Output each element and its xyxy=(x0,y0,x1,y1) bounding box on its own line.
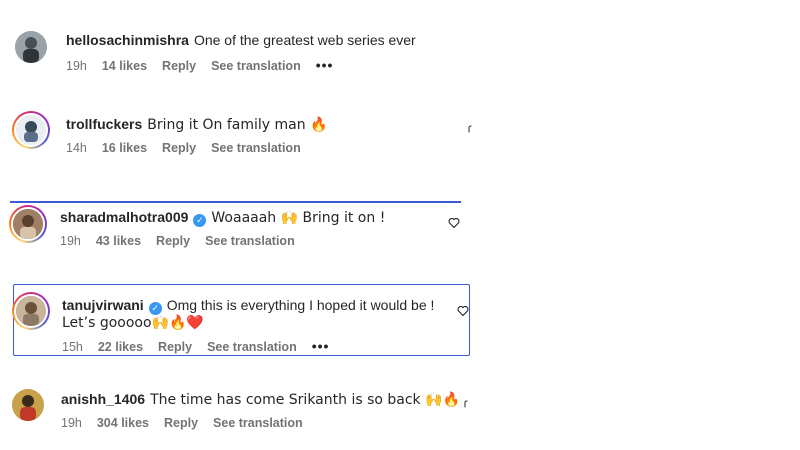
heart-icon[interactable] xyxy=(460,398,470,410)
comment-meta: 19h 43 likes Reply See translation xyxy=(60,233,310,249)
user-photo xyxy=(13,209,43,239)
reply-button[interactable]: Reply xyxy=(164,416,198,430)
comment-text: One of the greatest web series ever xyxy=(193,32,416,48)
more-options-icon[interactable]: ••• xyxy=(316,57,334,73)
timestamp: 19h xyxy=(66,59,87,73)
timestamp: 19h xyxy=(61,416,82,430)
avatar[interactable] xyxy=(12,389,44,421)
reply-button[interactable]: Reply xyxy=(158,340,192,354)
reply-button[interactable]: Reply xyxy=(162,141,196,155)
comment-body: anishh_1406 The time has come Srikanth is… xyxy=(61,390,460,409)
reply-button[interactable]: Reply xyxy=(156,234,190,248)
more-options-icon[interactable]: ••• xyxy=(312,338,330,354)
likes-count[interactable]: 14 likes xyxy=(102,59,147,73)
comment-body: hellosachinmishra One of the greatest web… xyxy=(66,31,416,49)
heart-icon[interactable] xyxy=(464,123,474,135)
comment-text: Woaaaah 🙌 Bring it on ! xyxy=(211,210,386,226)
see-translation-link[interactable]: See translation xyxy=(207,340,297,354)
avatar-image xyxy=(11,207,45,241)
comment-text-line-1: Omg this is everything I hoped it would … xyxy=(166,297,435,313)
avatar-image xyxy=(14,294,48,328)
comment-meta: 19h 304 likes Reply See translation xyxy=(61,415,318,431)
username[interactable]: anishh_1406 xyxy=(61,391,145,407)
username[interactable]: tanujvirwani xyxy=(62,297,144,313)
verified-badge-icon: ✓ xyxy=(193,214,207,227)
avatar[interactable] xyxy=(12,292,50,330)
timestamp: 19h xyxy=(60,234,81,248)
comment-text: The time has come Srikanth is so back 🙌🔥 xyxy=(150,392,460,408)
likes-count[interactable]: 304 likes xyxy=(97,416,149,430)
avatar[interactable] xyxy=(15,31,47,63)
likes-count[interactable]: 16 likes xyxy=(102,141,147,155)
likes-count[interactable]: 22 likes xyxy=(98,340,143,354)
selection-border-top xyxy=(10,201,461,203)
likes-count[interactable]: 43 likes xyxy=(96,234,141,248)
comment-body: sharadmalhotra009 ✓ Woaaaah 🙌 Bring it on … xyxy=(60,208,385,227)
comment-text: Bring it On family man 🔥 xyxy=(147,117,328,133)
heart-icon[interactable] xyxy=(457,305,469,317)
username[interactable]: trollfuckers xyxy=(66,116,142,132)
timestamp: 14h xyxy=(66,141,87,155)
comment-text-line-2: Let’s gooooo🙌🔥❤️ xyxy=(62,315,204,331)
comment-body: tanujvirwani ✓ Omg this is everything I ho… xyxy=(62,296,434,315)
comment-meta: 19h 14 likes Reply See translation ••• xyxy=(66,57,348,74)
username[interactable]: hellosachinmishra xyxy=(66,32,189,48)
reply-button[interactable]: Reply xyxy=(162,59,196,73)
comment-body: trollfuckers Bring it On family man 🔥 xyxy=(66,115,328,134)
avatar-image xyxy=(14,113,48,147)
user-photo xyxy=(24,121,38,142)
avatar[interactable] xyxy=(9,205,47,243)
comment-meta: 15h 22 likes Reply See translation ••• xyxy=(62,338,344,355)
timestamp: 15h xyxy=(62,340,83,354)
comment-meta: 14h 16 likes Reply See translation xyxy=(66,140,316,156)
avatar[interactable] xyxy=(12,111,50,149)
username[interactable]: sharadmalhotra009 xyxy=(60,209,188,225)
heart-icon[interactable] xyxy=(448,217,460,229)
user-photo xyxy=(12,389,44,421)
user-photo xyxy=(16,296,46,326)
user-photo xyxy=(15,31,47,63)
see-translation-link[interactable]: See translation xyxy=(205,234,295,248)
see-translation-link[interactable]: See translation xyxy=(211,59,301,73)
see-translation-link[interactable]: See translation xyxy=(213,416,303,430)
see-translation-link[interactable]: See translation xyxy=(211,141,301,155)
